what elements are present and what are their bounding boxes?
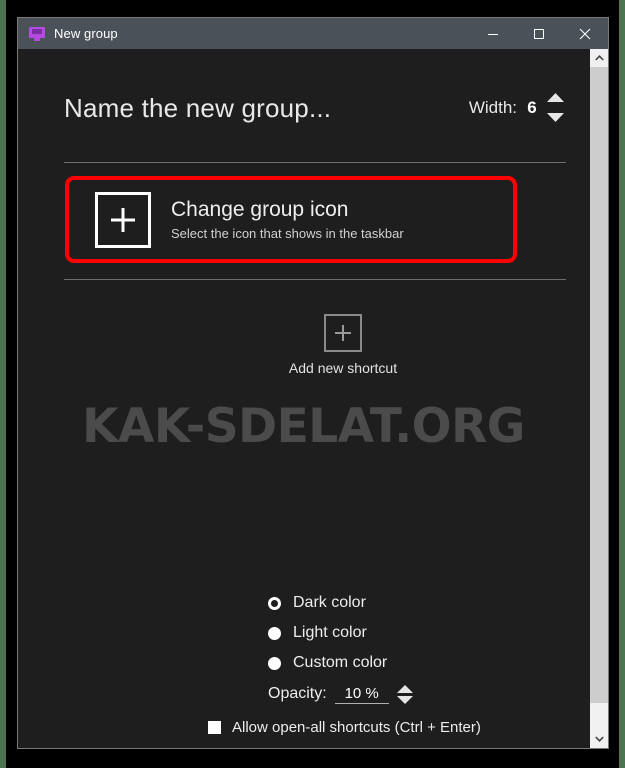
screen-edge-right: [619, 0, 625, 768]
change-icon-texts: Change group icon Select the icon that s…: [171, 198, 404, 240]
chevron-down-icon: [594, 736, 604, 742]
plus-icon: [111, 207, 135, 232]
vertical-scrollbar[interactable]: [589, 49, 608, 748]
add-shortcut-box[interactable]: [324, 314, 362, 352]
divider-top: [64, 162, 566, 163]
spinner-up-icon[interactable]: [547, 93, 564, 102]
radio-label-dark: Dark color: [293, 594, 366, 611]
header-row: Name the new group... Width: 6: [64, 93, 564, 126]
close-button[interactable]: [562, 18, 608, 49]
scrollbar-up-button[interactable]: [590, 49, 608, 67]
radio-label-custom: Custom color: [293, 654, 388, 671]
radio-mark-dark[interactable]: [268, 596, 281, 610]
bottom-spacer: [18, 744, 589, 748]
scrollbar-track[interactable]: [590, 67, 608, 730]
maximize-icon: [534, 28, 544, 39]
options-panel: Dark color Light color Custom color Opac…: [18, 588, 589, 748]
title-bar[interactable]: New group: [18, 18, 608, 49]
allow-open-all-shortcuts-checkbox[interactable]: Allow open-all shortcuts (Ctrl + Enter): [208, 710, 589, 744]
new-group-window: New group Name the new group... Width: 6…: [17, 17, 609, 749]
scrollbar-thumb[interactable]: [590, 67, 608, 704]
window-body: Name the new group... Width: 6 Change gr…: [18, 49, 608, 748]
monitor-icon: [29, 26, 45, 42]
radio-option-custom-color[interactable]: Custom color: [268, 648, 589, 678]
add-shortcut-label: Add new shortcut: [288, 360, 398, 376]
window-title: New group: [54, 26, 118, 41]
close-icon: [579, 28, 591, 39]
change-icon-title: Change group icon: [171, 198, 349, 222]
group-name-input[interactable]: Name the new group...: [64, 93, 331, 126]
opacity-stepper[interactable]: Opacity: 10 %: [268, 678, 589, 710]
minimize-icon: [488, 33, 498, 35]
change-icon-subtitle: Select the icon that shows in the taskba…: [171, 225, 404, 241]
width-spinner[interactable]: [547, 93, 564, 122]
add-new-shortcut-button[interactable]: Add new shortcut: [283, 314, 403, 376]
change-group-icon-button[interactable]: Change group icon Select the icon that s…: [65, 176, 517, 263]
scrollbar-down-button[interactable]: [590, 730, 608, 748]
watermark: KAK-SDELAT.ORG: [82, 399, 525, 454]
screen-edge-left: [0, 0, 6, 768]
divider-middle: [64, 279, 566, 280]
spinner-up-icon[interactable]: [396, 684, 413, 693]
plus-icon: [335, 325, 351, 341]
radio-option-light-color[interactable]: Light color: [268, 618, 589, 648]
spinner-down-icon[interactable]: [547, 113, 564, 122]
width-value[interactable]: 6: [526, 98, 538, 118]
allow-open-all-label: Allow open-all shortcuts (Ctrl + Enter): [232, 718, 481, 736]
opacity-spinner[interactable]: [396, 684, 413, 704]
radio-label-light: Light color: [293, 624, 367, 641]
radio-option-dark-color[interactable]: Dark color: [268, 588, 589, 618]
maximize-button[interactable]: [516, 18, 562, 49]
content-area: Name the new group... Width: 6 Change gr…: [18, 49, 589, 748]
width-stepper[interactable]: Width: 6: [469, 93, 564, 126]
checkbox-mark[interactable]: [208, 720, 221, 734]
group-icon-thumbnail[interactable]: [95, 191, 151, 248]
opacity-value[interactable]: 10 %: [334, 685, 389, 704]
radio-mark-custom[interactable]: [268, 656, 281, 670]
opacity-label: Opacity:: [268, 685, 327, 702]
minimize-button[interactable]: [470, 18, 516, 49]
width-label: Width:: [468, 97, 517, 117]
spinner-down-icon[interactable]: [396, 695, 413, 704]
radio-mark-light[interactable]: [268, 626, 281, 640]
chevron-up-icon: [594, 55, 604, 61]
